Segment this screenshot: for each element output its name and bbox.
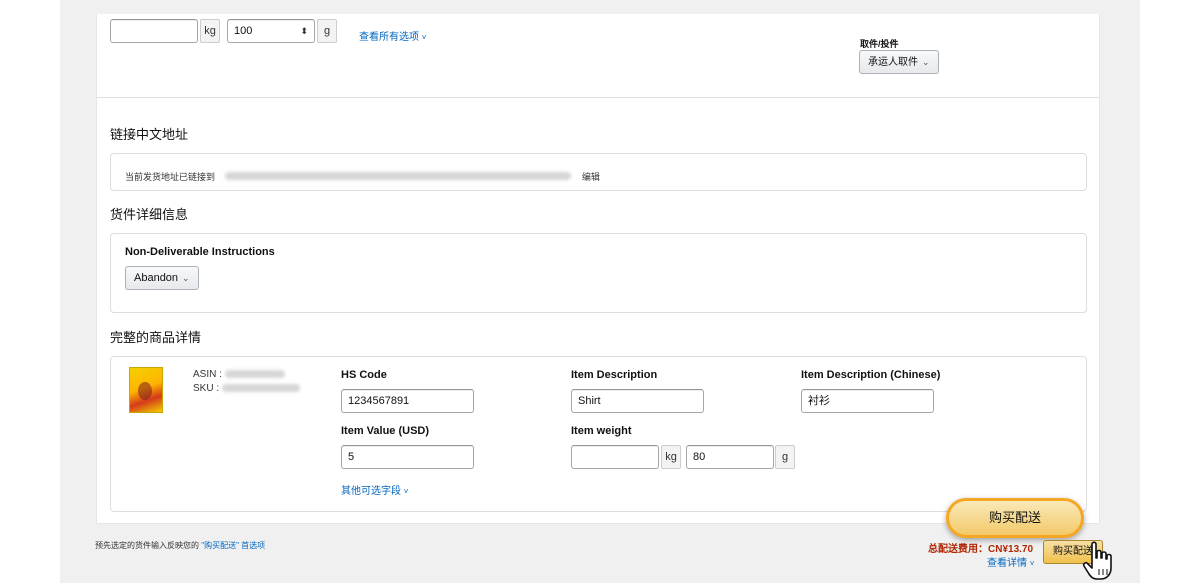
- view-details-link[interactable]: 查看详情 ˅: [987, 554, 1034, 569]
- chevron-down-icon: ˅: [421, 33, 427, 42]
- asin-label: ASIN :: [193, 369, 222, 380]
- linked-address-row: 当前发货地址已链接到 编辑: [125, 167, 600, 185]
- preference-note: 预先选定的货件输入反映您的 "购买配送" 首选项: [95, 540, 265, 551]
- redacted-asin: [224, 370, 285, 379]
- view-all-options-label[interactable]: 查看所有选项: [359, 32, 419, 43]
- shipment-details-box: Non-Deliverable Instructions Abandon ⌄: [110, 233, 1087, 313]
- edit-address-link[interactable]: 编辑: [582, 172, 600, 182]
- buy-shipping-preferences-link[interactable]: "购买配送" 首选项: [201, 541, 265, 550]
- chevron-down-icon: ˅: [1029, 559, 1035, 568]
- asin-row: ASIN :: [193, 369, 285, 380]
- pickup-select-value: 承运人取件: [868, 57, 918, 68]
- sku-row: SKU :: [193, 383, 300, 394]
- package-weight-g-stepper[interactable]: 100 ⬍: [227, 19, 315, 43]
- package-section: kg 100 ⬍ g 查看所有选项 ˅ 取件/投件 承运人取件 ⌄: [97, 14, 1099, 98]
- hs-code-input[interactable]: 1234567891: [341, 389, 474, 413]
- redacted-address: [225, 171, 572, 180]
- preference-note-text: 预先选定的货件输入反映您的: [95, 541, 199, 550]
- package-weight-g-value: 100: [234, 25, 253, 37]
- chevron-down-icon: ˅: [403, 487, 409, 496]
- item-description-cn-input[interactable]: 衬衫: [801, 389, 934, 413]
- view-all-options-link[interactable]: 查看所有选项 ˅: [359, 28, 426, 43]
- product-thumbnail: [129, 367, 163, 413]
- item-weight-kg-input[interactable]: [571, 445, 659, 469]
- buy-shipping-highlight-button[interactable]: 购买配送: [946, 498, 1084, 538]
- stepper-icon[interactable]: ⬍: [300, 20, 308, 42]
- hs-code-label: HS Code: [341, 369, 387, 381]
- pickup-label: 取件/投件: [860, 39, 899, 49]
- redacted-sku: [221, 384, 300, 393]
- item-value-input[interactable]: 5: [341, 445, 474, 469]
- hand-cursor-icon: [1082, 541, 1112, 580]
- package-weight-kg-unit: kg: [200, 19, 220, 43]
- item-weight-g-input[interactable]: 80: [686, 445, 774, 469]
- other-fields-label[interactable]: 其他可选字段: [341, 486, 401, 497]
- package-weight-kg-input[interactable]: [110, 19, 198, 43]
- view-details-label[interactable]: 查看详情: [987, 558, 1027, 569]
- item-weight-label: Item weight: [571, 425, 632, 437]
- product-details-box: ASIN : SKU : HS Code 1234567891 Item Des…: [110, 356, 1087, 512]
- linked-address-text: 当前发货地址已链接到: [125, 172, 216, 182]
- shipping-panel: kg 100 ⬍ g 查看所有选项 ˅ 取件/投件 承运人取件 ⌄ 链接中文地址 …: [96, 14, 1100, 524]
- chevron-down-icon: ⌄: [922, 57, 930, 67]
- non-deliverable-value: Abandon: [134, 272, 179, 284]
- item-description-input[interactable]: Shirt: [571, 389, 704, 413]
- sku-label: SKU :: [193, 383, 220, 394]
- non-deliverable-select[interactable]: Abandon ⌄: [125, 266, 199, 290]
- item-value-label: Item Value (USD): [341, 425, 430, 437]
- item-description-label: Item Description: [571, 369, 658, 381]
- package-weight-g-unit: g: [317, 19, 337, 43]
- product-details-heading: 完整的商品详情: [110, 330, 202, 345]
- shipment-details-heading: 货件详细信息: [110, 207, 189, 222]
- chevron-down-icon: ⌄: [182, 273, 190, 283]
- pickup-select[interactable]: 承运人取件 ⌄: [859, 50, 939, 74]
- linked-address-box: 当前发货地址已链接到 编辑: [110, 153, 1087, 191]
- item-weight-kg-unit: kg: [661, 445, 681, 469]
- linked-address-heading: 链接中文地址: [110, 127, 189, 142]
- item-description-cn-label: Item Description (Chinese): [801, 369, 941, 381]
- non-deliverable-label: Non-Deliverable Instructions: [125, 246, 275, 258]
- other-fields-link[interactable]: 其他可选字段 ˅: [341, 482, 408, 497]
- total-shipping-cost: 总配送费用：CN¥13.70: [928, 544, 1034, 555]
- item-weight-g-unit: g: [775, 445, 795, 469]
